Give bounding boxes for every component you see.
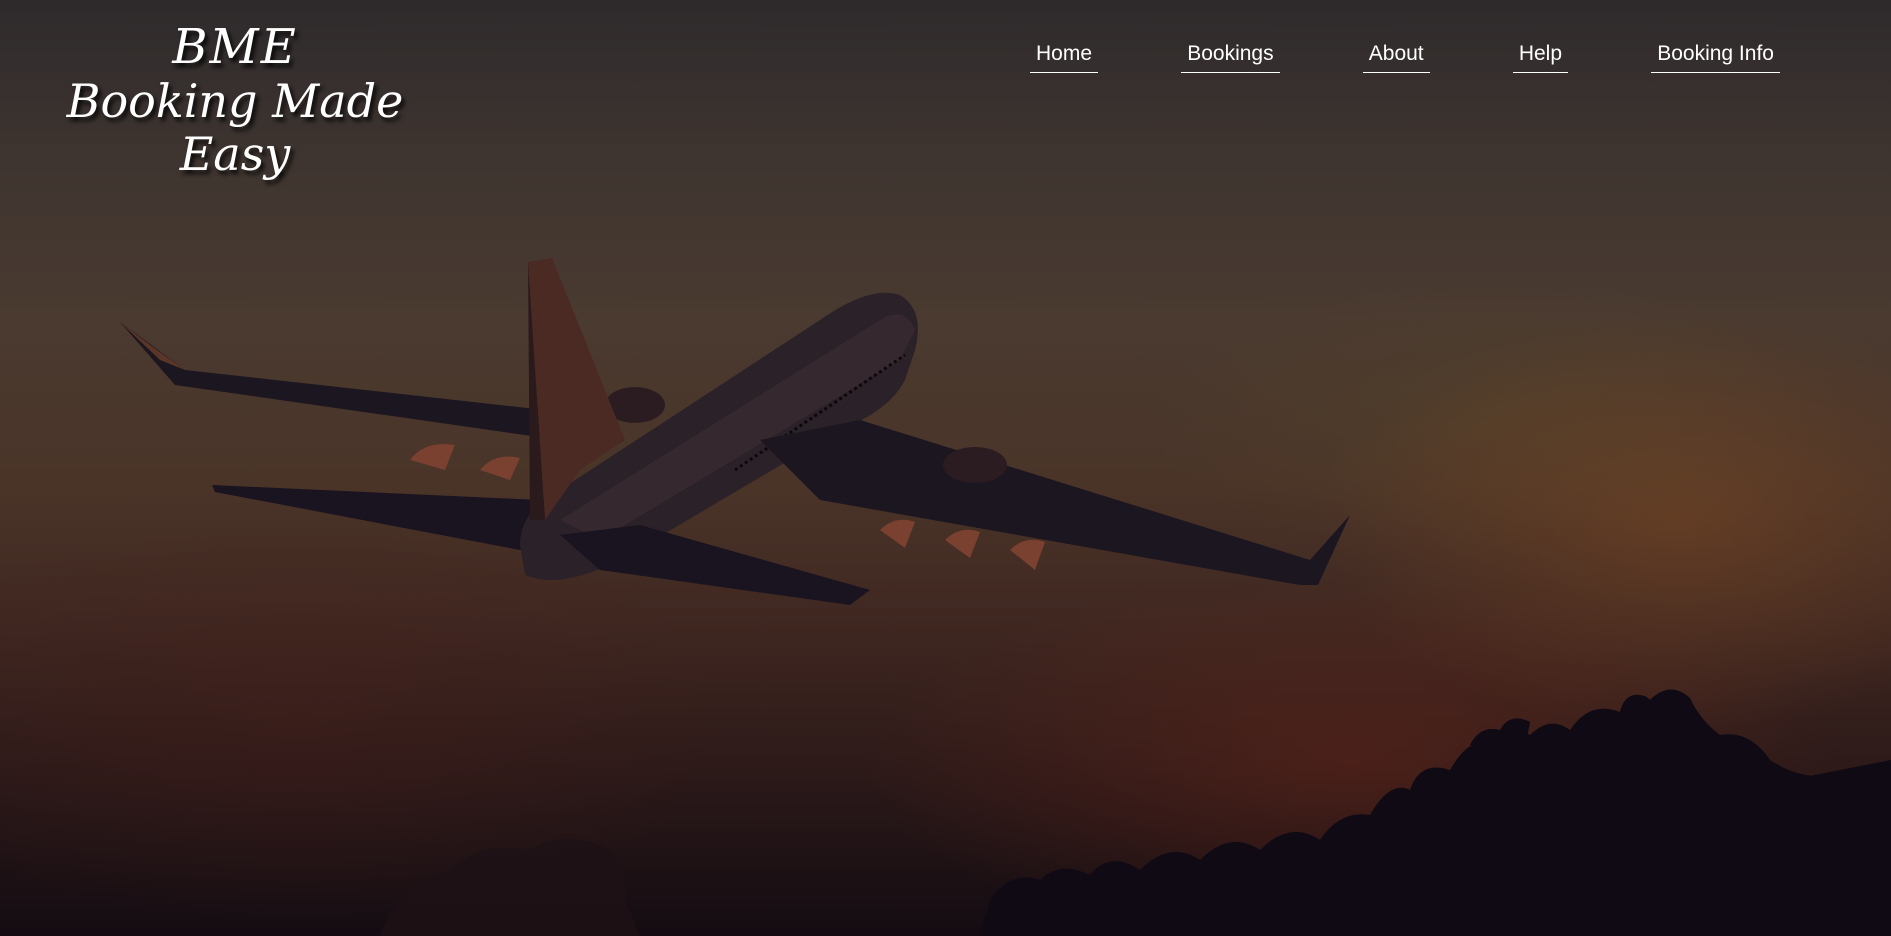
cloud-left xyxy=(380,838,640,936)
nav-link-bookings[interactable]: Bookings xyxy=(1181,42,1280,73)
nav-link-booking-info[interactable]: Booking Info xyxy=(1651,42,1780,73)
main-navigation: Home Bookings About Help Booking Info xyxy=(1030,42,1780,82)
nav-link-help[interactable]: Help xyxy=(1512,42,1569,73)
logo-abbreviation: BME xyxy=(172,19,298,75)
cloud-silhouettes xyxy=(980,689,1891,936)
nav-link-home[interactable]: Home xyxy=(1030,42,1099,73)
logo-tagline: Booking Made Easy xyxy=(66,74,404,182)
hero-page: BME Booking Made Easy Home Bookings Abou… xyxy=(0,0,1891,936)
site-logo[interactable]: BME Booking Made Easy xyxy=(40,19,430,182)
airplane-illustration xyxy=(120,258,1350,605)
nav-link-about[interactable]: About xyxy=(1362,42,1430,73)
